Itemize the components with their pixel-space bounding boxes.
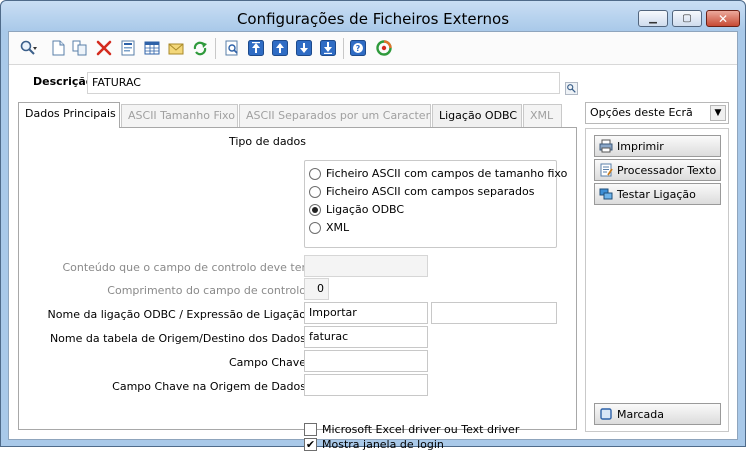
toolbar-separator: [343, 38, 344, 59]
maximize-button[interactable]: ▢: [672, 10, 702, 27]
description-label: Descrição: [33, 75, 94, 88]
login-window-checkbox[interactable]: ✔: [304, 438, 317, 451]
delete-icon[interactable]: [95, 39, 113, 57]
tab-ascii-tamanho-fixo[interactable]: ASCII Tamanho Fixo: [121, 104, 238, 127]
excel-driver-label: Microsoft Excel driver ou Text driver: [322, 423, 520, 436]
tabela-origem-label: Nome da tabela de Origem/Destino dos Dad…: [49, 332, 306, 345]
radio-option-ligacao-odbc[interactable]: Ligação ODBC: [309, 203, 404, 216]
search-icon: [567, 84, 576, 93]
close-button[interactable]: ✕: [706, 10, 740, 27]
campo-chave-origem-field[interactable]: [304, 374, 428, 396]
printer-icon: [599, 139, 613, 153]
ligacao-expression-field[interactable]: [431, 302, 557, 324]
previous-record-icon[interactable]: [271, 39, 289, 57]
login-window-checkbox-row[interactable]: ✔ Mostra janela de login: [304, 438, 444, 451]
radio-label: Ligação ODBC: [326, 203, 405, 216]
toolbar-separator: [215, 38, 216, 59]
ligacao-odbc-field[interactable]: Importar: [304, 302, 428, 324]
next-record-icon[interactable]: [295, 39, 313, 57]
description-lookup-button[interactable]: [565, 82, 578, 95]
print-button[interactable]: Imprimir: [594, 135, 721, 157]
screen-options-select[interactable]: Opções deste Ecrã ▼: [585, 102, 729, 124]
radio-option-ascii-separados[interactable]: Ficheiro ASCII com campos separados: [309, 185, 534, 198]
text-processor-button[interactable]: Processador Texto: [594, 159, 721, 181]
comprimento-label: Comprimento do campo de controlo: [107, 284, 306, 297]
new-document-icon[interactable]: [49, 39, 67, 57]
side-actions: Imprimir Processador Texto Testar Ligaçã…: [585, 128, 729, 432]
exit-icon[interactable]: [375, 39, 393, 57]
tab-ascii-separados[interactable]: ASCII Separados por um Caracter: [239, 104, 431, 127]
last-record-icon[interactable]: [319, 39, 337, 57]
main-panel: Tipo de dados Ficheiro ASCII com campos …: [18, 127, 577, 451]
window-title: Configurações de Ficheiros Externos: [236, 10, 510, 28]
bookmark-icon: [600, 408, 612, 420]
print-label: Imprimir: [617, 139, 664, 153]
campo-chave-field[interactable]: [304, 350, 428, 372]
tab-ligacao-odbc[interactable]: Ligação ODBC: [432, 104, 522, 127]
mail-icon[interactable]: [167, 39, 185, 57]
radio-label: XML: [326, 221, 350, 234]
campo-chave-origem-label: Campo Chave na Origem de Dados: [112, 380, 306, 393]
test-connection-label: Testar Ligação: [617, 187, 696, 201]
radio-label: Ficheiro ASCII com campos de tamanho fix…: [326, 167, 568, 180]
refresh-icon[interactable]: [191, 39, 209, 57]
screen-options-value: Opções deste Ecrã: [590, 106, 693, 119]
tipo-de-dados-label: Tipo de dados: [228, 135, 306, 148]
grid-icon[interactable]: [143, 39, 161, 57]
radio-button-selected[interactable]: [309, 203, 321, 216]
search-icon[interactable]: [15, 39, 41, 57]
excel-driver-checkbox[interactable]: [304, 423, 317, 436]
first-record-icon[interactable]: [247, 39, 265, 57]
close-icon: ✕: [717, 11, 729, 26]
radio-button[interactable]: [309, 185, 321, 198]
campo-chave-label: Campo Chave: [228, 356, 306, 369]
title-bar[interactable]: Configurações de Ficheiros Externos ▁ ▢ …: [1, 1, 745, 31]
excel-driver-checkbox-row[interactable]: Microsoft Excel driver ou Text driver: [304, 423, 519, 436]
tipo-de-dados-group: Ficheiro ASCII com campos de tamanho fix…: [304, 160, 567, 248]
text-processor-label: Processador Texto: [617, 163, 717, 177]
maximize-icon: ▢: [682, 13, 692, 24]
radio-button[interactable]: [309, 167, 321, 180]
client-area: ? Descrição FATURAC Dados Principais ASC…: [8, 31, 738, 451]
svg-text:?: ?: [356, 44, 361, 53]
ligacao-odbc-label: Nome da ligação ODBC / Expressão de Liga…: [47, 308, 306, 321]
tabela-origem-field[interactable]: faturac: [304, 326, 428, 348]
help-icon[interactable]: ?: [349, 39, 367, 57]
copy-document-icon[interactable]: [71, 39, 89, 57]
network-icon: [599, 188, 613, 200]
word-processor-icon: [600, 163, 613, 177]
minimize-button[interactable]: ▁: [638, 10, 668, 27]
radio-button[interactable]: [309, 221, 321, 234]
controlo-label: Conteúdo que o campo de controlo deve te…: [62, 261, 306, 274]
radio-option-ascii-fixo[interactable]: Ficheiro ASCII com campos de tamanho fix…: [309, 167, 567, 180]
minimize-icon: ▁: [649, 13, 657, 24]
chevron-down-icon[interactable]: ▼: [710, 105, 726, 121]
toolbar: ?: [9, 32, 737, 65]
marcada-button[interactable]: Marcada: [594, 403, 721, 425]
tab-dados-principais[interactable]: Dados Principais: [18, 102, 120, 128]
side-panel: Opções deste Ecrã ▼ Imprimir Processador…: [585, 102, 729, 432]
controlo-field[interactable]: [304, 255, 428, 277]
comprimento-field[interactable]: 0: [304, 278, 329, 300]
radio-option-xml[interactable]: XML: [309, 221, 349, 234]
preview-icon[interactable]: [223, 39, 241, 57]
login-window-label: Mostra janela de login: [322, 438, 444, 451]
properties-icon[interactable]: [119, 39, 137, 57]
tab-xml[interactable]: XML: [523, 104, 562, 127]
description-field[interactable]: FATURAC: [87, 72, 560, 94]
test-connection-button[interactable]: Testar Ligação: [594, 183, 721, 205]
radio-label: Ficheiro ASCII com campos separados: [326, 185, 535, 198]
window: Configurações de Ficheiros Externos ▁ ▢ …: [0, 0, 746, 451]
marcada-label: Marcada: [617, 407, 665, 421]
